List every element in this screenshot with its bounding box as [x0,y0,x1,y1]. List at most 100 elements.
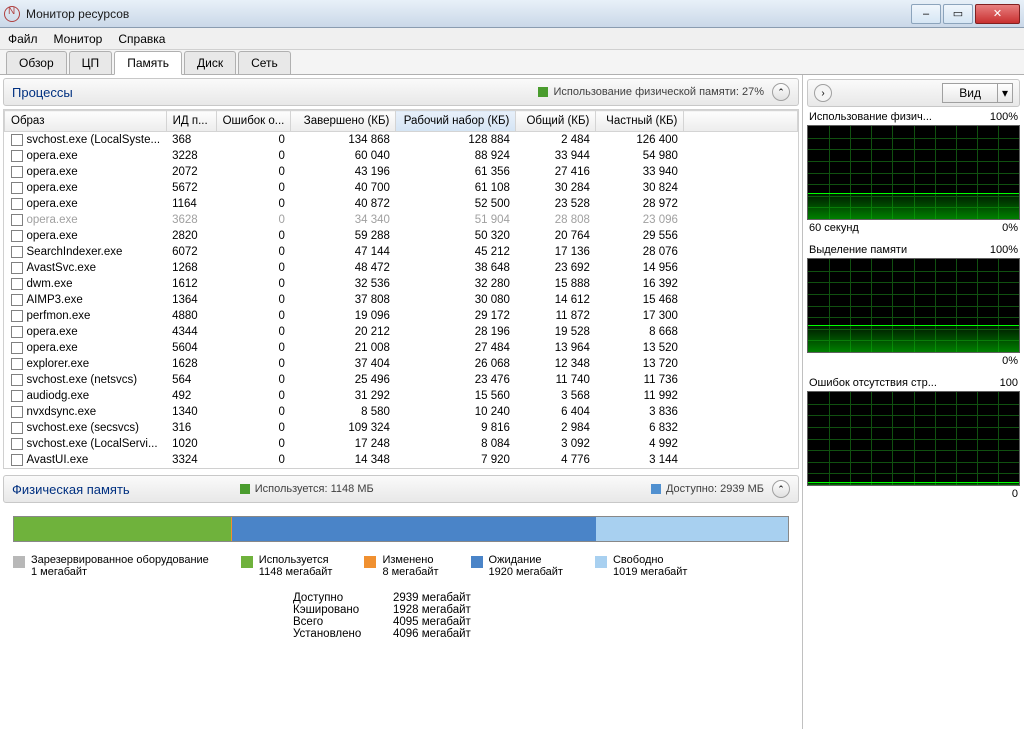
tab-disk[interactable]: Диск [184,51,236,74]
physical-avail: Доступно: 2939 МБ [666,483,764,495]
cell-image: opera.exe [27,214,78,226]
row-checkbox[interactable] [11,278,23,290]
row-checkbox[interactable] [11,454,23,466]
stat-cached-key: Кэшировано [293,604,393,616]
table-row[interactable]: svchost.exe (LocalSyste...3680134 868128… [5,132,798,149]
menu-monitor[interactable]: Монитор [54,32,103,46]
legend-reserved-label: Зарезервированное оборудование [31,554,209,566]
row-checkbox[interactable] [11,438,23,450]
cell-shared: 27 416 [516,164,596,180]
row-checkbox[interactable] [11,310,23,322]
menu-file[interactable]: Файл [8,32,38,46]
row-checkbox[interactable] [11,294,23,306]
col-commit[interactable]: Завершено (КБ) [291,111,396,132]
menu-help[interactable]: Справка [118,32,165,46]
col-image[interactable]: Образ [5,111,167,132]
cell-private: 23 096 [596,212,684,228]
col-pid[interactable]: ИД п... [166,111,216,132]
table-row[interactable]: opera.exe5604021 00827 48413 96413 520 [5,340,798,356]
cell-commit: 43 196 [291,164,396,180]
collapse-processes-button[interactable]: ⌃ [772,83,790,101]
cell-private: 6 832 [596,420,684,436]
row-checkbox[interactable] [11,198,23,210]
table-row[interactable]: opera.exe3228060 04088 92433 94454 980 [5,148,798,164]
table-row[interactable]: svchost.exe (netsvcs)564025 49623 47611 … [5,372,798,388]
cell-pid: 6072 [166,244,216,260]
table-row[interactable]: opera.exe1164040 87252 50023 52828 972 [5,196,798,212]
row-checkbox[interactable] [11,230,23,242]
cell-working: 61 356 [396,164,516,180]
row-checkbox[interactable] [11,214,23,226]
close-button[interactable]: ✕ [975,4,1020,24]
cell-shared: 3 568 [516,388,596,404]
process-table-wrap[interactable]: Образ ИД п... Ошибок о... Завершено (КБ)… [3,109,799,469]
col-faults[interactable]: Ошибок о... [216,111,291,132]
cell-image: AIMP3.exe [27,294,83,306]
cell-faults: 0 [216,404,291,420]
table-row[interactable]: svchost.exe (secsvcs)3160109 3249 8162 9… [5,420,798,436]
tab-bar: Обзор ЦП Память Диск Сеть [0,50,1024,75]
cell-shared: 30 284 [516,180,596,196]
minimize-button[interactable]: – [911,4,941,24]
row-checkbox[interactable] [11,246,23,258]
row-checkbox[interactable] [11,326,23,338]
row-checkbox[interactable] [11,166,23,178]
row-checkbox[interactable] [11,150,23,162]
view-button[interactable]: Вид [942,83,998,103]
table-row[interactable]: nvxdsync.exe134008 58010 2406 4043 836 [5,404,798,420]
col-working[interactable]: Рабочий набор (КБ) [396,111,516,132]
row-checkbox[interactable] [11,406,23,418]
cell-private: 13 720 [596,356,684,372]
row-checkbox[interactable] [11,182,23,194]
chart-body [807,391,1020,486]
cell-working: 30 080 [396,292,516,308]
cell-working: 52 500 [396,196,516,212]
table-row[interactable]: opera.exe5672040 70061 10830 28430 824 [5,180,798,196]
table-row[interactable]: opera.exe2820059 28850 32020 76429 556 [5,228,798,244]
table-row[interactable]: AIMP3.exe1364037 80830 08014 61215 468 [5,292,798,308]
table-row[interactable]: AvastUI.exe3324014 3487 9204 7763 144 [5,452,798,468]
collapse-physical-button[interactable]: ⌃ [772,480,790,498]
row-checkbox[interactable] [11,342,23,354]
cell-faults: 0 [216,436,291,452]
cell-working: 45 212 [396,244,516,260]
cell-working: 10 240 [396,404,516,420]
row-checkbox[interactable] [11,422,23,434]
cell-image: audiodg.exe [27,390,90,402]
processes-header: Процессы Использование физической памяти… [3,78,799,106]
table-row[interactable]: SearchIndexer.exe6072047 14445 21217 136… [5,244,798,260]
col-shared[interactable]: Общий (КБ) [516,111,596,132]
tab-cpu[interactable]: ЦП [69,51,113,74]
table-row[interactable]: perfmon.exe4880019 09629 17211 87217 300 [5,308,798,324]
cell-shared: 2 984 [516,420,596,436]
row-checkbox[interactable] [11,134,23,146]
legend-modified-label: Изменено [382,554,438,566]
table-row[interactable]: audiodg.exe492031 29215 5603 56811 992 [5,388,798,404]
cell-image: opera.exe [27,342,78,354]
tab-overview[interactable]: Обзор [6,51,67,74]
table-row[interactable]: opera.exe3628034 34051 90428 80823 096 [5,212,798,228]
view-dropdown-button[interactable]: ▾ [998,83,1013,103]
row-checkbox[interactable] [11,358,23,370]
table-row[interactable]: dwm.exe1612032 53632 28015 88816 392 [5,276,798,292]
cell-shared: 14 612 [516,292,596,308]
row-checkbox[interactable] [11,390,23,402]
table-row[interactable]: svchost.exe (LocalServi...1020017 2488 0… [5,436,798,452]
tab-memory[interactable]: Память [114,51,182,75]
physical-memory-header: Физическая память Используется: 1148 МБ … [3,475,799,503]
col-private[interactable]: Частный (КБ) [596,111,684,132]
chart-max: 100% [990,244,1018,256]
table-row[interactable]: opera.exe2072043 19661 35627 41633 940 [5,164,798,180]
table-row[interactable]: opera.exe4344020 21228 19619 5288 668 [5,324,798,340]
row-checkbox[interactable] [11,374,23,386]
row-checkbox[interactable] [11,262,23,274]
cell-commit: 17 248 [291,436,396,452]
cell-shared: 3 092 [516,436,596,452]
table-row[interactable]: explorer.exe1628037 40426 06812 34813 72… [5,356,798,372]
cell-pid: 368 [166,132,216,149]
tab-network[interactable]: Сеть [238,51,291,74]
cell-working: 38 648 [396,260,516,276]
maximize-button[interactable]: ▭ [943,4,973,24]
panel-nav-button[interactable]: › [814,84,832,102]
table-row[interactable]: AvastSvc.exe1268048 47238 64823 69214 95… [5,260,798,276]
